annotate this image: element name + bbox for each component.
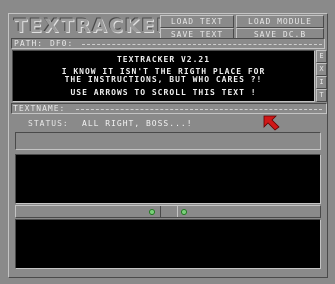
load-text-button[interactable]: LOAD TEXT bbox=[160, 15, 234, 28]
green-dot-icon[interactable] bbox=[149, 209, 155, 215]
red-arrow-cursor-icon bbox=[262, 115, 280, 131]
text-line-3: THE INSTRUCTIONS, BUT WHO CARES ?! bbox=[64, 75, 263, 84]
scroll-button-t[interactable]: T bbox=[316, 89, 327, 102]
load-module-button[interactable]: LOAD MODULE bbox=[236, 15, 324, 28]
text-display: TEXTRACKER V2.21 I KNOW IT ISN'T THE RIG… bbox=[12, 50, 315, 102]
status-label: STATUS: bbox=[28, 119, 69, 128]
logo: TEXTRACKER bbox=[14, 14, 171, 38]
splitter-divider-right bbox=[177, 206, 178, 217]
textname-field[interactable]: TEXTNAME: bbox=[11, 103, 327, 114]
pane-splitter[interactable] bbox=[15, 205, 321, 218]
text-line-5: USE ARROWS TO SCROLL THIS TEXT ! bbox=[70, 88, 257, 97]
upper-pane bbox=[15, 154, 321, 204]
textname-input-line bbox=[76, 109, 322, 110]
green-dot-icon[interactable] bbox=[181, 209, 187, 215]
splitter-divider-left bbox=[160, 206, 161, 217]
scroll-button-i[interactable]: I bbox=[316, 76, 327, 89]
textname-label: TEXTNAME: bbox=[13, 104, 66, 113]
status-value: ALL RIGHT, BOSS...! bbox=[82, 119, 193, 128]
logo-text: TEXTRACKER bbox=[14, 15, 174, 37]
path-label: PATH: bbox=[14, 39, 44, 48]
scroll-button-x[interactable]: X bbox=[316, 63, 327, 76]
lower-pane bbox=[15, 219, 321, 269]
textracker-window: TEXTRACKER LOAD TEXT LOAD MODULE SAVE TE… bbox=[0, 0, 335, 284]
info-strip bbox=[15, 132, 321, 150]
path-input-line bbox=[82, 44, 322, 45]
scroll-button-e[interactable]: E bbox=[316, 50, 327, 63]
text-line-1: TEXTRACKER V2.21 bbox=[116, 55, 211, 64]
path-value: DF0: bbox=[50, 39, 74, 48]
path-field[interactable]: PATH: DF0: bbox=[11, 38, 325, 49]
